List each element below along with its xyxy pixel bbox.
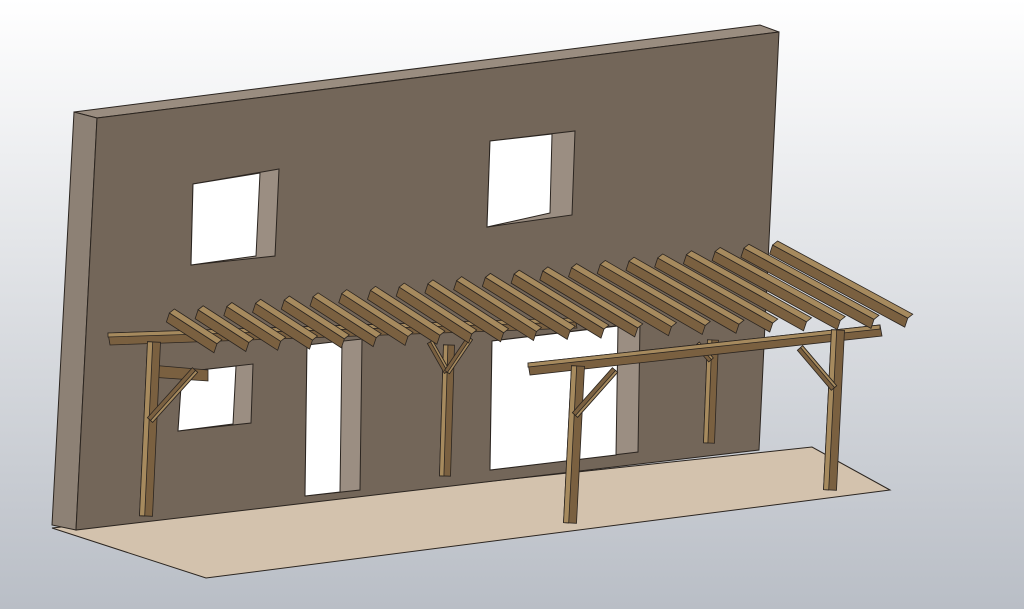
- cad-render-canvas: [0, 0, 1024, 609]
- window-upper-right: [486, 130, 576, 228]
- door-left: [304, 338, 363, 497]
- door-right: [489, 322, 641, 471]
- window-upper-left: [190, 168, 280, 266]
